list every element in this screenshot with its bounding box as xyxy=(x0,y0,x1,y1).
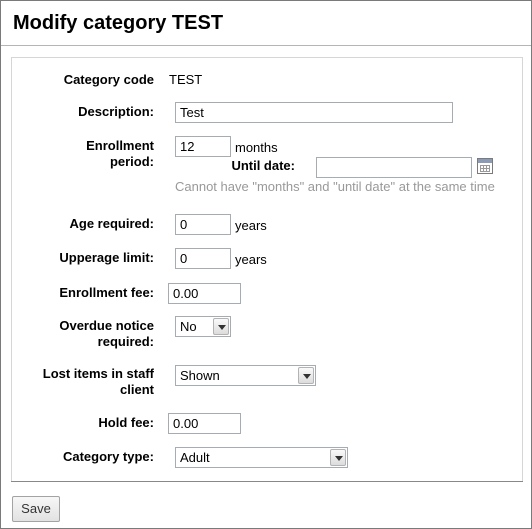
lost-items-selected: Shown xyxy=(180,368,220,383)
save-button[interactable]: Save xyxy=(12,496,60,522)
upperage-limit-input[interactable]: 0 xyxy=(175,248,231,269)
form-bottom-divider xyxy=(11,481,523,482)
enrollment-months-unit: months xyxy=(235,140,278,155)
category-code-value: TEST xyxy=(169,72,203,87)
until-date-label: Until date: xyxy=(231,158,295,173)
description-label: Description: xyxy=(78,104,154,119)
chevron-down-icon xyxy=(330,449,346,466)
overdue-notice-selected: No xyxy=(180,319,197,334)
category-code-label: Category code xyxy=(63,72,154,87)
enrollment-period-label-line2: period: xyxy=(109,154,154,169)
chevron-down-icon xyxy=(298,367,314,384)
category-type-selected: Adult xyxy=(180,450,210,465)
overdue-notice-label-line1: Overdue notice xyxy=(59,318,154,333)
age-required-label: Age required: xyxy=(69,216,154,231)
calendar-icon[interactable] xyxy=(477,158,493,174)
chevron-down-icon xyxy=(213,318,229,335)
hold-fee-input[interactable]: 0.00 xyxy=(168,413,241,434)
lost-items-label-line1: Lost items in staff xyxy=(42,366,154,381)
enrollment-period-label-line1: Enrollment xyxy=(86,138,154,153)
upperage-limit-unit: years xyxy=(235,252,267,267)
lost-items-label-line2: client xyxy=(120,382,154,397)
enrollment-fee-input[interactable]: 0.00 xyxy=(168,283,241,304)
category-type-select[interactable]: Adult xyxy=(175,447,348,468)
enrollment-fee-label: Enrollment fee: xyxy=(59,285,154,300)
title-divider xyxy=(1,45,531,46)
category-type-label: Category type: xyxy=(62,449,154,464)
age-required-input[interactable]: 0 xyxy=(175,214,231,235)
until-date-input[interactable] xyxy=(316,157,472,178)
enrollment-hint: Cannot have "months" and "until date" at… xyxy=(175,179,495,194)
age-required-unit: years xyxy=(235,218,267,233)
enrollment-months-input[interactable]: 12 xyxy=(175,136,231,157)
description-input[interactable]: Test xyxy=(175,102,453,123)
hold-fee-label: Hold fee: xyxy=(98,415,154,430)
page-title: Modify category TEST xyxy=(13,12,224,34)
overdue-notice-label-line2: required: xyxy=(97,334,154,349)
upperage-limit-label: Upperage limit: xyxy=(59,250,154,265)
lost-items-select[interactable]: Shown xyxy=(175,365,316,386)
page-frame: Modify category TEST Category code TEST … xyxy=(0,0,532,529)
overdue-notice-select[interactable]: No xyxy=(175,316,231,337)
